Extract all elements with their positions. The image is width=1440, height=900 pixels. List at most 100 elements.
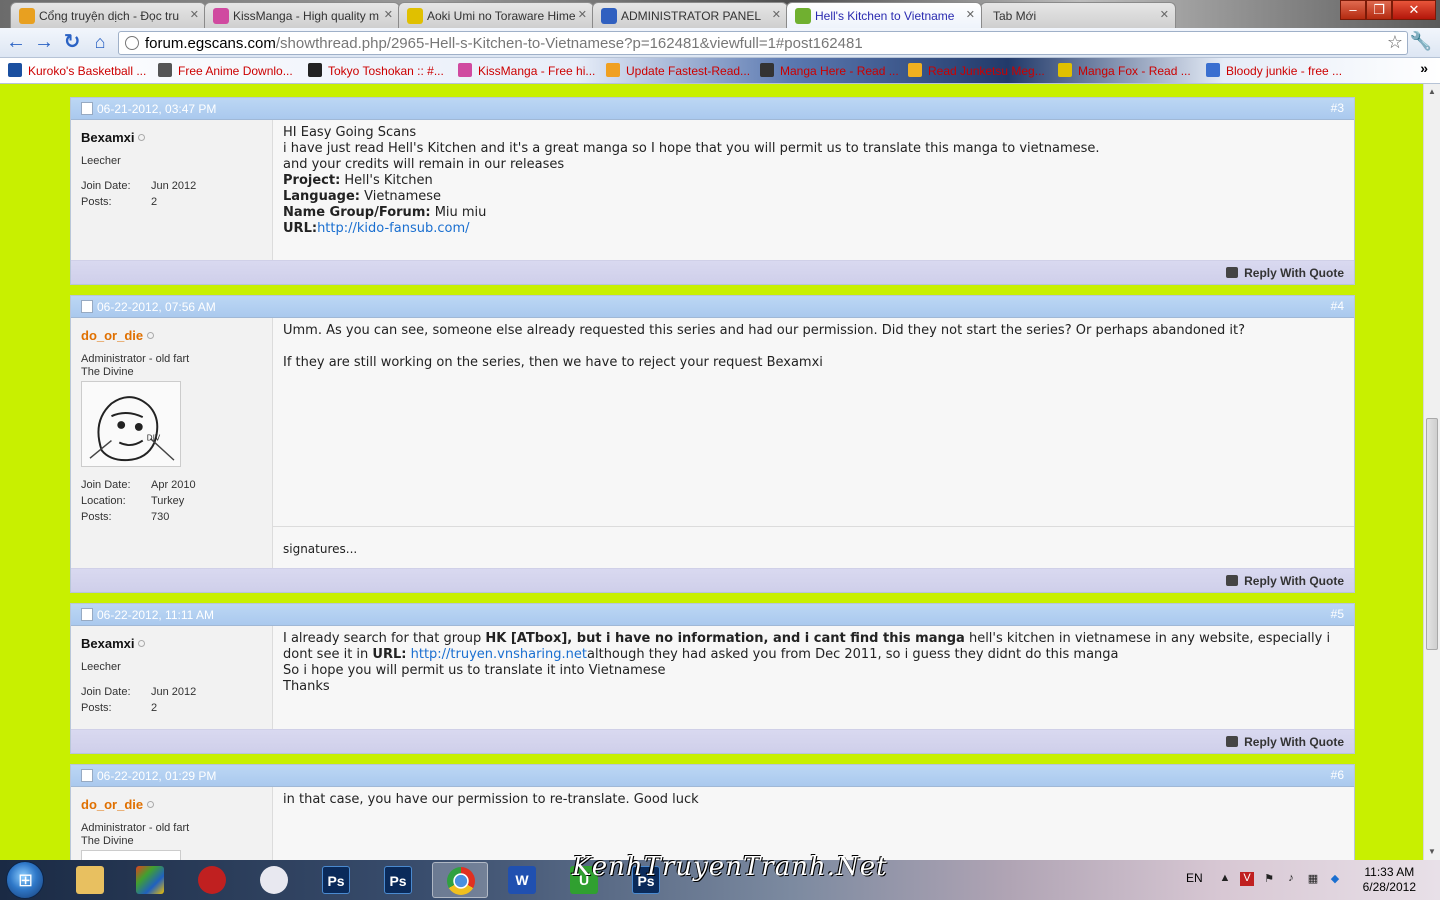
restore-icon[interactable]: ❐ xyxy=(1366,0,1392,20)
tab-label: Cổng truyện dịch - Đọc tru xyxy=(39,9,180,23)
quote-icon xyxy=(1226,736,1239,747)
bookmark-favicon-icon xyxy=(1206,63,1220,77)
minimize-icon[interactable]: – xyxy=(1340,0,1366,20)
post-date: 06-22-2012, 01:29 PM xyxy=(97,769,217,783)
bookmark-item[interactable]: Tokyo Toshokan :: #... xyxy=(308,63,444,78)
user-details: Join Date: Jun 2012 Posts: 2 xyxy=(81,686,197,714)
tab-close-icon[interactable]: ✕ xyxy=(966,8,975,21)
user-rank: The Divine xyxy=(81,835,134,847)
bookmark-item[interactable]: Manga Here - Read ... xyxy=(760,63,899,78)
taskbar-app-explorer[interactable] xyxy=(62,862,118,898)
browser-tab-active[interactable]: Hell's Kitchen to Vietname ✕ xyxy=(786,2,982,28)
site-favicon-icon xyxy=(407,8,423,24)
watermark-logo: KenhTruyenTranh.Net xyxy=(572,852,888,882)
close-window-icon[interactable]: ✕ xyxy=(1392,0,1436,20)
avatar[interactable] xyxy=(81,850,181,860)
browser-tab-new[interactable]: Tab Mới ✕ xyxy=(980,2,1176,28)
taskbar-app-word[interactable]: W xyxy=(494,862,550,898)
scrollbar-thumb[interactable] xyxy=(1426,418,1438,650)
post-link[interactable]: http://truyen.vnsharing.net xyxy=(411,647,587,662)
post-number-link[interactable]: #3 xyxy=(1331,101,1344,115)
post-content: Umm. As you can see, someone else alread… xyxy=(273,318,1354,568)
quote-icon xyxy=(1226,267,1239,278)
forum-post: 06-22-2012, 07:56 AM #4 do_or_die Admini… xyxy=(70,295,1355,593)
bookmark-item[interactable]: Bloody junkie - free ... xyxy=(1206,63,1342,78)
avatar[interactable]: DIV xyxy=(81,381,181,467)
user-rank: The Divine xyxy=(81,366,134,378)
dropbox-icon[interactable]: ◆ xyxy=(1328,872,1342,886)
browser-tab-2[interactable]: KissManga - High quality m ✕ xyxy=(204,2,400,28)
antivirus-icon[interactable]: V xyxy=(1240,872,1254,886)
bookmark-item[interactable]: KissManga - Free hi... xyxy=(458,63,595,78)
post-number-link[interactable]: #4 xyxy=(1331,299,1344,313)
post-status-icon xyxy=(81,102,93,115)
tab-close-icon[interactable]: ✕ xyxy=(578,8,587,21)
reload-icon[interactable]: ↻ xyxy=(60,31,84,55)
action-center-icon[interactable]: ⚑ xyxy=(1262,872,1276,886)
home-icon[interactable]: ⌂ xyxy=(88,31,112,55)
username-link[interactable]: do_or_die xyxy=(81,797,143,812)
bookmark-favicon-icon xyxy=(908,63,922,77)
bookmark-favicon-icon xyxy=(8,63,22,77)
volume-icon[interactable]: ♪ xyxy=(1284,872,1298,886)
post-footer: Reply With Quote xyxy=(71,729,1354,753)
bookmark-favicon-icon xyxy=(308,63,322,77)
reply-with-quote-button[interactable]: Reply With Quote xyxy=(1226,735,1344,749)
browser-tab-4[interactable]: ADMINISTRATOR PANEL ✕ xyxy=(592,2,788,28)
scroll-up-icon[interactable]: ▲ xyxy=(1424,84,1440,100)
post-status-icon xyxy=(81,769,93,782)
photoshop-icon: Ps xyxy=(322,866,350,894)
browser-tab-3[interactable]: Aoki Umi no Toraware Hime ✕ xyxy=(398,2,594,28)
tab-close-icon[interactable]: ✕ xyxy=(190,8,199,21)
browser-tab-1[interactable]: Cổng truyện dịch - Đọc tru ✕ xyxy=(10,2,206,28)
post-content: I already search for that group HK [ATbo… xyxy=(283,631,1331,694)
tab-close-icon[interactable]: ✕ xyxy=(772,8,781,21)
system-clock[interactable]: 11:33 AM 6/28/2012 xyxy=(1363,865,1416,895)
show-hidden-icons-icon[interactable]: ▲ xyxy=(1218,872,1232,886)
tab-close-icon[interactable]: ✕ xyxy=(1160,8,1169,21)
taskbar-app-photoshop-1[interactable]: Ps xyxy=(308,862,364,898)
language-indicator[interactable]: EN xyxy=(1186,871,1203,885)
more-bookmarks-icon[interactable]: » xyxy=(1420,60,1428,76)
taskbar-app-network[interactable] xyxy=(246,862,302,898)
tab-close-icon[interactable]: ✕ xyxy=(384,8,393,21)
post-date: 06-22-2012, 07:56 AM xyxy=(97,300,216,314)
username-link[interactable]: do_or_die xyxy=(81,328,143,343)
username-link[interactable]: Bexamxi xyxy=(81,636,134,651)
user-info: do_or_die Administrator - old fart The D… xyxy=(71,318,273,568)
folder-icon xyxy=(76,866,104,894)
post-number-link[interactable]: #6 xyxy=(1331,768,1344,782)
taskbar-app-chrome[interactable] xyxy=(432,862,488,898)
post-number-link[interactable]: #5 xyxy=(1331,607,1344,621)
user-title: Administrator - old fart xyxy=(81,353,190,365)
tab-label: Hell's Kitchen to Vietname xyxy=(815,9,955,23)
address-bar[interactable]: forum.egscans.com/showthread.php/2965-He… xyxy=(118,31,1408,55)
taskbar-app-photoshop-2[interactable]: Ps xyxy=(370,862,426,898)
scroll-down-icon[interactable]: ▼ xyxy=(1424,844,1440,860)
chrome-icon xyxy=(447,867,475,895)
system-tray: EN ▲ V ⚑ ♪ ▦ ◆ 11:33 AM 6/28/2012 xyxy=(1180,860,1440,900)
post-link[interactable]: http://kido-fansub.com/ xyxy=(317,221,469,236)
bookmark-star-icon[interactable]: ☆ xyxy=(1387,32,1403,53)
browser-tab-strip: Cổng truyện dịch - Đọc tru ✕ KissManga -… xyxy=(0,0,1440,28)
forward-arrow-icon[interactable]: → xyxy=(32,31,56,55)
taskbar-app-ultrasurf[interactable] xyxy=(184,862,240,898)
post-body: Bexamxi Leecher Join Date: Jun 2012 Posts… xyxy=(71,120,1354,260)
reply-with-quote-button[interactable]: Reply With Quote xyxy=(1226,574,1344,588)
page-viewport: 06-21-2012, 03:47 PM #3 Bexamxi Leecher … xyxy=(0,84,1440,860)
start-button[interactable]: ⊞ xyxy=(6,861,44,899)
offline-status-icon xyxy=(138,134,146,141)
bookmark-item[interactable]: Update Fastest-Read... xyxy=(606,63,750,78)
network-icon[interactable]: ▦ xyxy=(1306,872,1320,886)
page-scrollbar[interactable]: ▲ ▼ xyxy=(1423,84,1440,860)
bookmark-item[interactable]: Free Anime Downlo... xyxy=(158,63,293,78)
reply-with-quote-button[interactable]: Reply With Quote xyxy=(1226,266,1344,280)
bookmark-item[interactable]: Read Junketsu Meg... xyxy=(908,63,1045,78)
wrench-menu-icon[interactable]: 🔧 xyxy=(1410,31,1432,52)
username-link[interactable]: Bexamxi xyxy=(81,130,134,145)
bookmark-item[interactable]: Kuroko's Basketball ... xyxy=(8,63,146,78)
bookmark-favicon-icon xyxy=(1058,63,1072,77)
back-arrow-icon[interactable]: ← xyxy=(4,31,28,55)
bookmark-item[interactable]: Manga Fox - Read ... xyxy=(1058,63,1191,78)
taskbar-app-windows[interactable] xyxy=(122,862,178,898)
